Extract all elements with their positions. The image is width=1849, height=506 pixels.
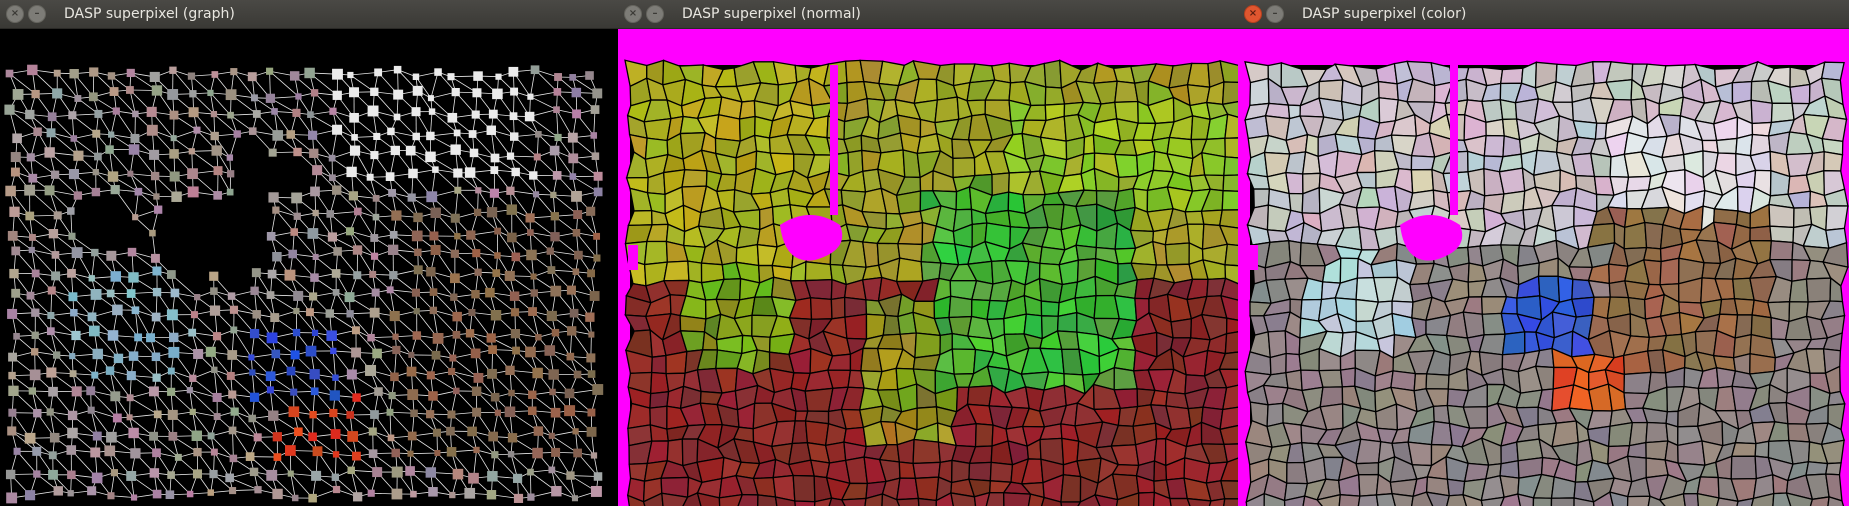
superpixel-graph-canvas bbox=[0, 29, 618, 506]
title-bar[interactable]: × – DASP superpixel (normal) bbox=[618, 0, 1238, 29]
graph-view bbox=[0, 29, 618, 506]
title-bar[interactable]: × – DASP superpixel (graph) bbox=[0, 0, 618, 29]
window-normal[interactable]: × – DASP superpixel (normal) bbox=[618, 0, 1238, 506]
minimize-icon[interactable]: – bbox=[1266, 5, 1284, 23]
window-controls: × – bbox=[1244, 5, 1288, 23]
title-bar[interactable]: × – DASP superpixel (color) bbox=[1238, 0, 1849, 29]
close-icon[interactable]: × bbox=[624, 5, 642, 23]
minimize-icon[interactable]: – bbox=[646, 5, 664, 23]
close-icon[interactable]: × bbox=[1244, 5, 1262, 23]
window-title: DASP superpixel (graph) bbox=[64, 6, 235, 22]
normal-view bbox=[618, 29, 1238, 506]
window-title: DASP superpixel (normal) bbox=[682, 6, 861, 22]
window-graph[interactable]: × – DASP superpixel (graph) bbox=[0, 0, 618, 506]
window-controls: × – bbox=[624, 5, 668, 23]
window-color[interactable]: × – DASP superpixel (color) bbox=[1238, 0, 1849, 506]
minimize-icon[interactable]: – bbox=[28, 5, 46, 23]
close-icon[interactable]: × bbox=[6, 5, 24, 23]
superpixel-color-canvas bbox=[1238, 29, 1849, 506]
window-controls: × – bbox=[6, 5, 50, 23]
color-view bbox=[1238, 29, 1849, 506]
window-title: DASP superpixel (color) bbox=[1302, 6, 1467, 22]
superpixel-normal-canvas bbox=[618, 29, 1238, 506]
